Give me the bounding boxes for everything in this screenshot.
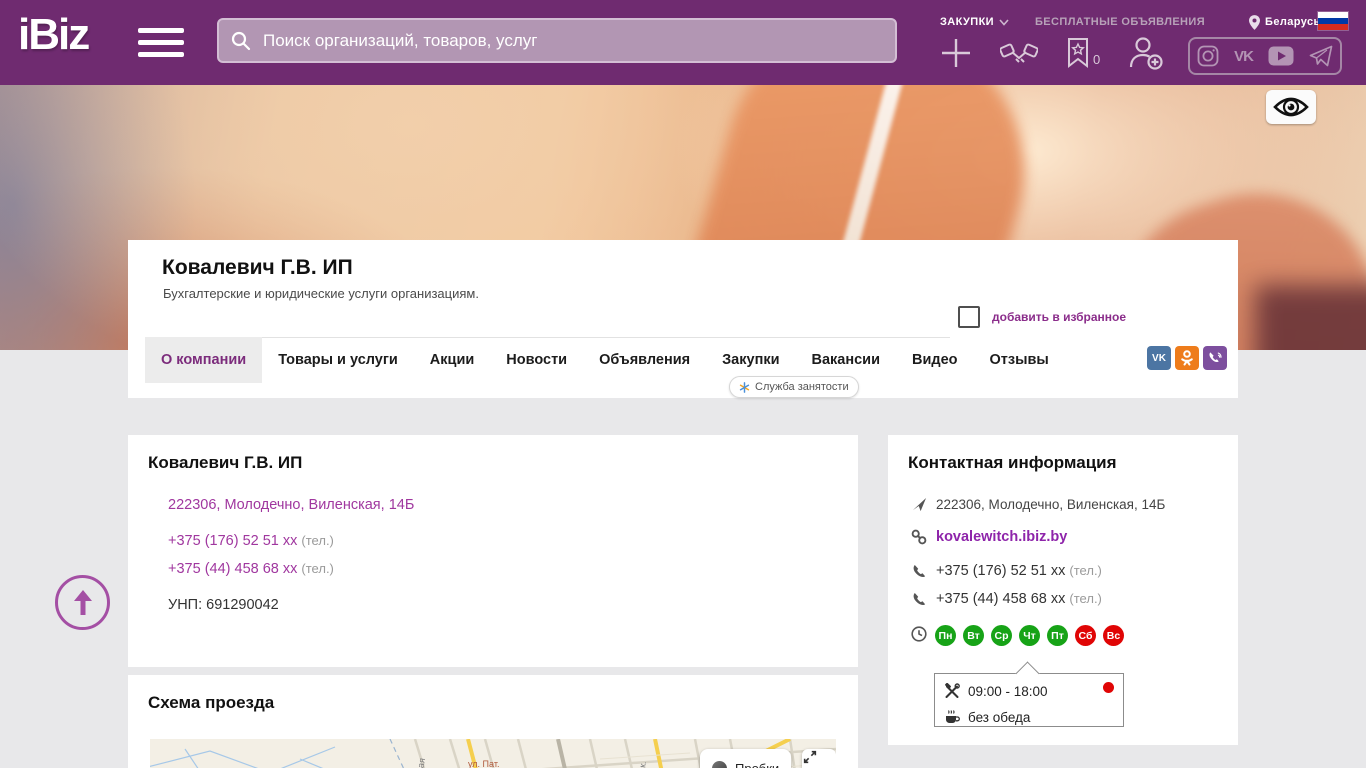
tools-icon	[943, 683, 961, 699]
phone-link[interactable]: +375 (176) 52 51 xx (тел.)	[168, 533, 334, 549]
search-icon	[231, 31, 251, 50]
traffic-light-icon	[712, 760, 727, 768]
contact-phone[interactable]: +375 (176) 52 51 xx (тел.)	[936, 563, 1102, 579]
views-eye-button[interactable]	[1266, 90, 1316, 124]
unp-number: УНП: 691290042	[168, 597, 279, 613]
nav-country[interactable]: Беларусь	[1249, 14, 1321, 30]
header-social-links: VK	[1188, 37, 1342, 75]
favorites-bookmark-icon[interactable]: 0	[1066, 37, 1100, 69]
phone-icon	[910, 564, 928, 579]
nav-free-ads[interactable]: БЕСПЛАТНЫЕ ОБЪЯВЛЕНИЯ	[1035, 16, 1205, 28]
day-badge-sat[interactable]: Сб	[1075, 625, 1096, 646]
phone-link[interactable]: +375 (44) 458 68 xx (тел.)	[168, 561, 334, 577]
hamburger-menu-icon[interactable]	[138, 28, 184, 64]
contact-info-card: Контактная информация 222306, Молодечно,…	[888, 435, 1238, 745]
map-card-title: Схема проезда	[148, 693, 275, 712]
top-nav: ЗАКУПКИ БЕСПЛАТНЫЕ ОБЪЯВЛЕНИЯ Беларусь	[940, 14, 1366, 30]
street-label: ул. Пат.	[468, 759, 500, 768]
tab-promotions[interactable]: Акции	[414, 337, 490, 383]
map-card: Схема проезда ул. Пат. Пробки	[128, 675, 858, 768]
header-icon-row: 0	[940, 36, 1192, 70]
contact-card-title: Контактная информация	[908, 453, 1117, 472]
tab-video[interactable]: Видео	[896, 337, 974, 383]
company-title: Ковалевич Г.В. ИП	[162, 256, 353, 279]
search-input[interactable]	[261, 29, 825, 52]
share-vk-icon[interactable]: VK	[1147, 346, 1171, 370]
schedule-tooltip: 09:00 - 18:00 без обеда	[934, 661, 1124, 730]
search-bar	[217, 18, 897, 63]
share-odnoklassniki-icon[interactable]	[1175, 346, 1199, 370]
schedule-row	[910, 626, 928, 642]
lunch-row: без обеда	[935, 704, 1123, 730]
favorite-checkbox[interactable]	[958, 306, 980, 328]
weekday-schedule: Пн Вт Ср Чт Пт Сб Вс	[935, 625, 1131, 646]
day-badge-mon[interactable]: Пн	[935, 625, 956, 646]
tab-ads[interactable]: Объявления	[583, 337, 706, 383]
traffic-button[interactable]: Пробки	[700, 749, 792, 768]
company-subtitle: Бухгалтерские и юридические услуги орган…	[163, 286, 479, 301]
day-badge-fri[interactable]: Пт	[1047, 625, 1068, 646]
share-buttons: VK	[1143, 346, 1227, 370]
sparkle-icon	[739, 381, 750, 393]
contact-phone[interactable]: +375 (44) 458 68 xx (тел.)	[936, 591, 1102, 607]
company-info-card: Ковалевич Г.В. ИП 222306, Молодечно, Вил…	[128, 435, 858, 667]
add-plus-icon[interactable]	[940, 37, 972, 69]
favorites-count: 0	[1093, 51, 1101, 67]
coffee-cup-icon	[943, 709, 961, 725]
handshake-icon[interactable]	[1000, 38, 1038, 68]
favorite-label: добавить в избранное	[992, 310, 1127, 324]
instagram-icon[interactable]	[1197, 45, 1219, 67]
contact-address-row: 222306, Молодечно, Виленская, 14Б	[910, 497, 1165, 512]
hero-sleeve-shape	[1255, 285, 1366, 350]
info-card-title: Ковалевич Г.В. ИП	[148, 453, 303, 472]
contact-phone-row: +375 (176) 52 51 xx (тел.)	[910, 563, 1102, 579]
link-icon	[910, 529, 928, 545]
fullscreen-map-button[interactable]	[802, 749, 836, 768]
scroll-to-top-button[interactable]	[55, 575, 110, 630]
chevron-down-icon	[999, 18, 1009, 26]
site-logo[interactable]: iBiz	[18, 13, 90, 57]
lunch-info: без обеда	[968, 709, 1031, 725]
day-badge-sun[interactable]: Вс	[1103, 625, 1124, 646]
add-user-icon[interactable]	[1128, 36, 1164, 70]
nav-purchases[interactable]: ЗАКУПКИ	[940, 16, 1009, 28]
tab-bar: О компании Товары и услуги Акции Новости…	[145, 337, 1065, 383]
share-viber-icon[interactable]	[1203, 346, 1227, 370]
navigation-arrow-icon	[910, 497, 928, 512]
status-dot	[1103, 682, 1114, 693]
page: iBiz ЗАКУПКИ БЕСПЛАТНЫЕ ОБЪЯВЛЕНИЯ Белар…	[0, 0, 1366, 768]
eye-icon	[1273, 97, 1309, 117]
map-canvas[interactable]: Лесная ховск. ул. Пат. Пробки	[150, 739, 836, 768]
day-badge-wed[interactable]: Ср	[991, 625, 1012, 646]
arrow-up-icon	[73, 589, 92, 615]
phone-icon	[910, 592, 928, 607]
header: iBiz ЗАКУПКИ БЕСПЛАТНЫЕ ОБЪЯВЛЕНИЯ Белар…	[0, 0, 1366, 85]
contact-address: 222306, Молодечно, Виленская, 14Б	[936, 497, 1166, 512]
contact-phone-row: +375 (44) 458 68 xx (тел.)	[910, 591, 1102, 607]
day-badge-thu[interactable]: Чт	[1019, 625, 1040, 646]
telegram-icon[interactable]	[1309, 45, 1333, 67]
tab-reviews[interactable]: Отзывы	[974, 337, 1065, 383]
youtube-icon[interactable]	[1268, 46, 1294, 66]
add-to-favorites[interactable]: добавить в избранное	[958, 306, 1126, 328]
tab-about[interactable]: О компании	[145, 337, 263, 383]
tab-news[interactable]: Новости	[490, 337, 583, 383]
company-address-link[interactable]: 222306, Молодечно, Виленская, 14Б	[168, 497, 414, 513]
company-header-card: Ковалевич Г.В. ИП Бухгалтерские и юридич…	[128, 240, 1238, 398]
expand-icon	[803, 750, 817, 764]
clock-icon	[910, 626, 928, 642]
working-hours: 09:00 - 18:00	[968, 683, 1048, 699]
flag-russia-icon[interactable]	[1318, 12, 1348, 30]
tab-products[interactable]: Товары и услуги	[262, 337, 414, 383]
vk-icon[interactable]: VK	[1234, 48, 1254, 65]
day-badge-tue[interactable]: Вт	[963, 625, 984, 646]
employment-service-badge[interactable]: Служба занятости	[729, 376, 859, 398]
contact-website-row: kovalewitch.ibiz.by	[910, 529, 1067, 545]
location-pin-icon	[1249, 14, 1261, 30]
website-link[interactable]: kovalewitch.ibiz.by	[936, 529, 1067, 545]
